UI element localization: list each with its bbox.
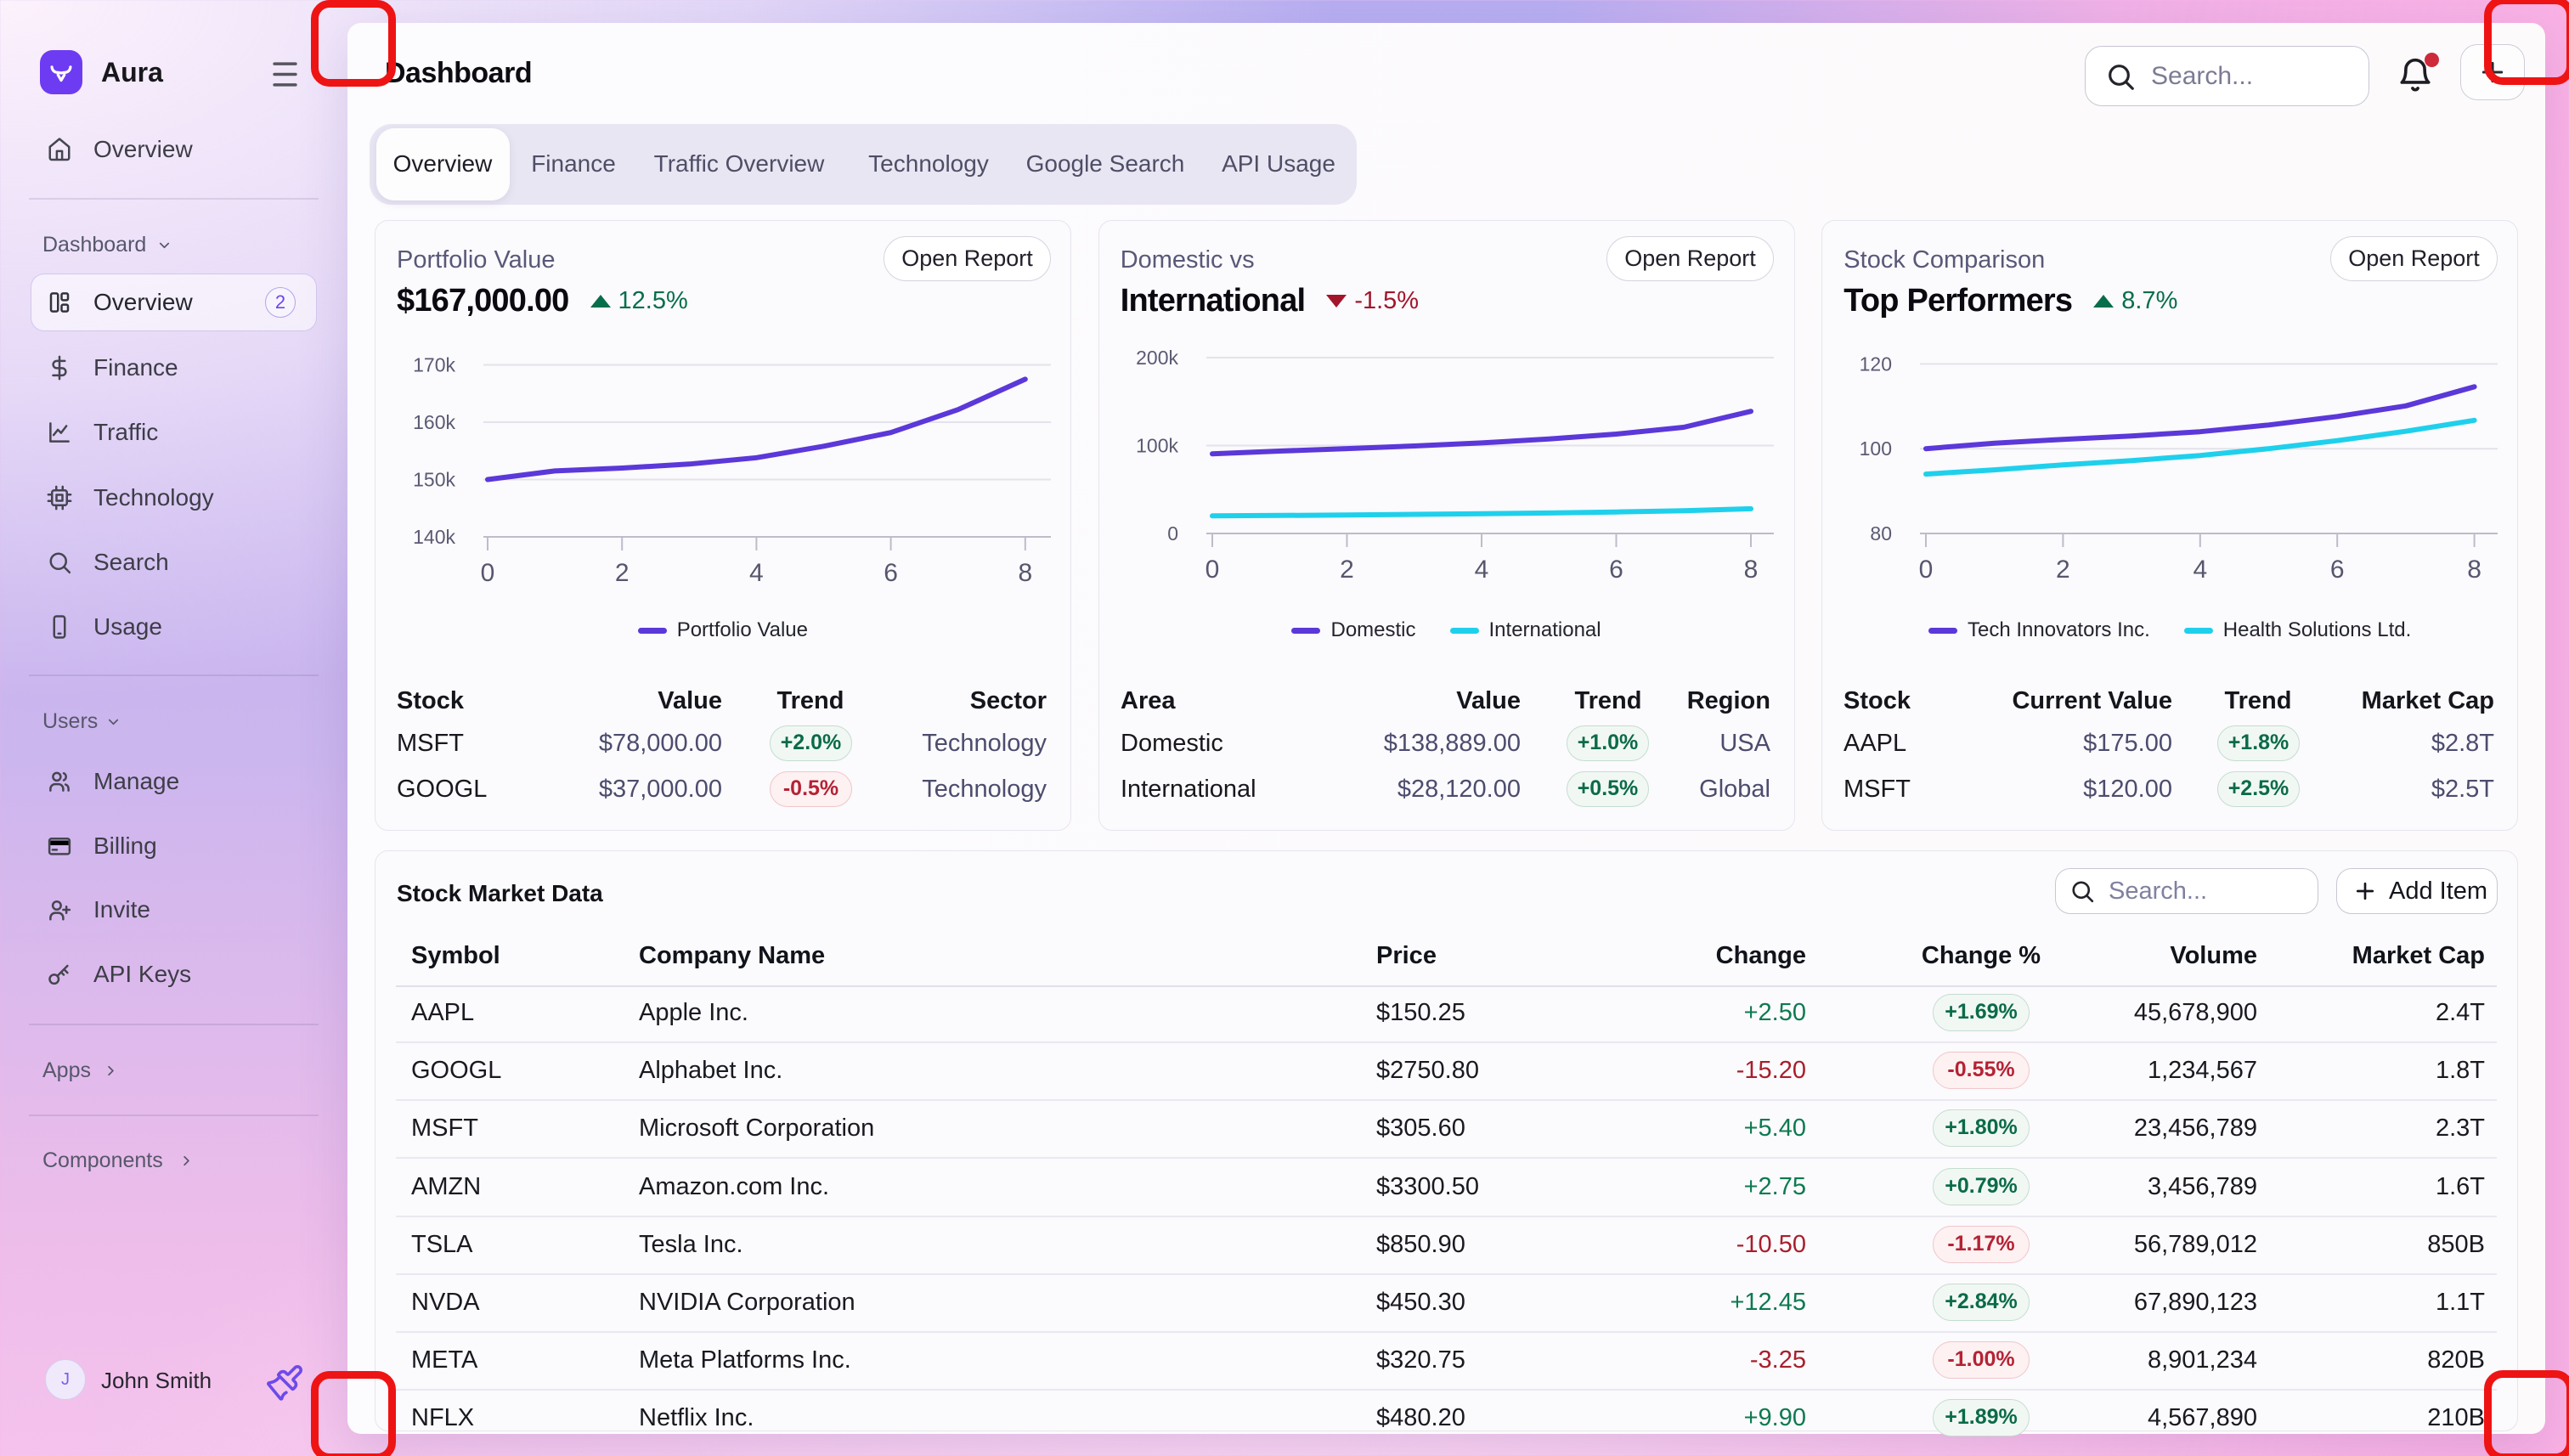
svg-text:8: 8 [1018, 559, 1032, 587]
svg-text:160k: 160k [413, 411, 455, 433]
svg-text:4: 4 [749, 559, 764, 587]
svg-text:80: 80 [1870, 522, 1892, 545]
svg-text:0: 0 [1167, 522, 1178, 545]
svg-text:120: 120 [1860, 353, 1892, 375]
svg-text:8: 8 [2467, 556, 2481, 584]
svg-text:4: 4 [2193, 556, 2207, 584]
svg-text:6: 6 [1609, 556, 1623, 584]
svg-text:2: 2 [1340, 556, 1354, 584]
svg-text:6: 6 [2330, 556, 2345, 584]
svg-text:150k: 150k [413, 469, 455, 491]
svg-text:2: 2 [615, 559, 630, 587]
svg-text:100: 100 [1860, 437, 1892, 460]
svg-text:8: 8 [1744, 556, 1759, 584]
svg-text:4: 4 [1475, 556, 1489, 584]
svg-text:100k: 100k [1136, 435, 1178, 457]
svg-text:170k: 170k [413, 354, 455, 376]
svg-text:2: 2 [2056, 556, 2070, 584]
svg-text:0: 0 [1205, 556, 1220, 584]
svg-text:0: 0 [1919, 556, 1934, 584]
svg-text:6: 6 [884, 559, 898, 587]
svg-text:140k: 140k [413, 526, 455, 548]
svg-text:0: 0 [481, 559, 495, 587]
svg-text:200k: 200k [1136, 347, 1178, 369]
